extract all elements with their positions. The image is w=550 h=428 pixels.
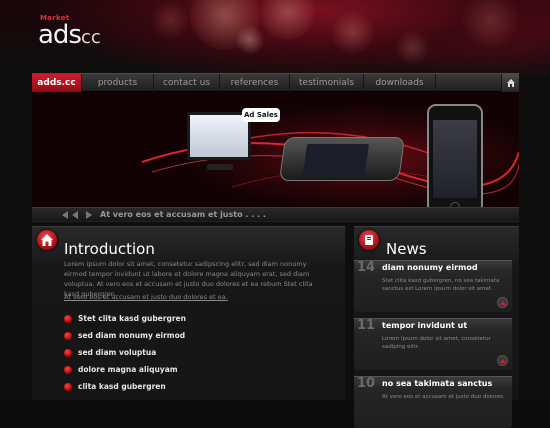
- news-excerpt: Lorem ipsum dolor sit amet, consetetur s…: [382, 336, 491, 350]
- ad-sales-badge: Ad Sales: [242, 108, 280, 122]
- list-item-label: Stet clita kasd gubergren: [78, 314, 186, 323]
- hero-caption: At vero eos et accusam et justo . . . .: [100, 210, 266, 219]
- nav-item-home-brand[interactable]: adds.cc: [32, 74, 82, 92]
- read-more-button[interactable]: [497, 355, 508, 366]
- bullet-icon: [64, 332, 72, 340]
- home-icon: [507, 79, 515, 87]
- news-date-day: 10: [356, 376, 376, 391]
- list-item[interactable]: dolore magna aliquyam: [64, 365, 186, 382]
- nav-item-downloads[interactable]: downloads: [364, 74, 436, 92]
- list-item[interactable]: sed diam voluptua: [64, 348, 186, 365]
- news-date-day: 11: [356, 318, 376, 333]
- bullet-icon: [64, 315, 72, 323]
- read-more-button[interactable]: [497, 297, 508, 308]
- logo-word: ads: [38, 20, 82, 50]
- monitor-stand: [207, 164, 233, 170]
- nav-item-testimonials[interactable]: testimonials: [290, 74, 364, 92]
- nav-item-contact-us[interactable]: contact us: [154, 74, 220, 92]
- news-date-month: [356, 275, 376, 283]
- news-circle-icon: [359, 230, 379, 250]
- news-headline: no sea takimata sanctus: [382, 379, 493, 388]
- list-item[interactable]: clita kasd gubergren: [64, 382, 186, 399]
- intro-link[interactable]: At vero eos et accusam et justo duo dolo…: [64, 293, 228, 301]
- bullet-icon: [64, 383, 72, 391]
- slider-arrows-icon[interactable]: [60, 210, 98, 220]
- smartphone-screen: [302, 144, 370, 176]
- iphone-screen: [433, 120, 477, 198]
- news-headline: diam nonumy eirmod: [382, 263, 478, 272]
- list-item-label: sed diam nonumy eirmod: [78, 331, 186, 340]
- arrow-up-icon: [500, 359, 506, 363]
- home-circle-icon: [37, 230, 57, 250]
- news-item[interactable]: 11 tempor invidunt ut Lorem ipsum dolor …: [354, 318, 512, 370]
- bullet-icon: [64, 366, 72, 374]
- list-item-label: dolore magna aliquyam: [78, 365, 178, 374]
- news-title: News: [386, 240, 427, 258]
- intro-title: Introduction: [64, 240, 155, 258]
- arrow-up-icon: [500, 301, 506, 305]
- news-headline: tempor invidunt ut: [382, 321, 468, 330]
- hero-caption-bar: At vero eos et accusam et justo . . . .: [32, 207, 519, 221]
- news-date-month: [356, 391, 376, 399]
- hero-banner: Ad Sales At vero eos et accusam et justo…: [32, 92, 519, 222]
- news-item[interactable]: 14 diam nonumy eirmod Stet clita kasd gu…: [354, 260, 512, 312]
- list-item[interactable]: Stet clita kasd gubergren: [64, 314, 186, 331]
- logo-wordmark: adscc: [38, 20, 101, 53]
- bullet-icon: [64, 349, 72, 357]
- site-logo[interactable]: Market adscc: [38, 14, 128, 54]
- smartphone-image: [278, 137, 406, 181]
- nav-item-references[interactable]: references: [220, 74, 290, 92]
- news-item[interactable]: 10 no sea takimata sanctus At vero eos e…: [354, 376, 512, 428]
- nav-item-products[interactable]: products: [82, 74, 154, 92]
- list-item[interactable]: sed diam nonumy eirmod: [64, 331, 186, 348]
- news-excerpt: Stet clita kasd gubergren, no sea takima…: [382, 278, 500, 292]
- news-date-month: [356, 333, 376, 341]
- list-item-label: sed diam voluptua: [78, 348, 157, 357]
- main-nav: adds.cc products contact us references t…: [32, 73, 519, 92]
- nav-home-button[interactable]: [501, 74, 519, 92]
- logo-suffix: cc: [80, 27, 101, 48]
- intro-list: Stet clita kasd gubergren sed diam nonum…: [64, 314, 186, 399]
- list-item-label: clita kasd gubergren: [78, 382, 166, 391]
- iphone-image: [427, 104, 483, 214]
- news-date-day: 14: [356, 260, 376, 275]
- news-panel: [354, 226, 519, 400]
